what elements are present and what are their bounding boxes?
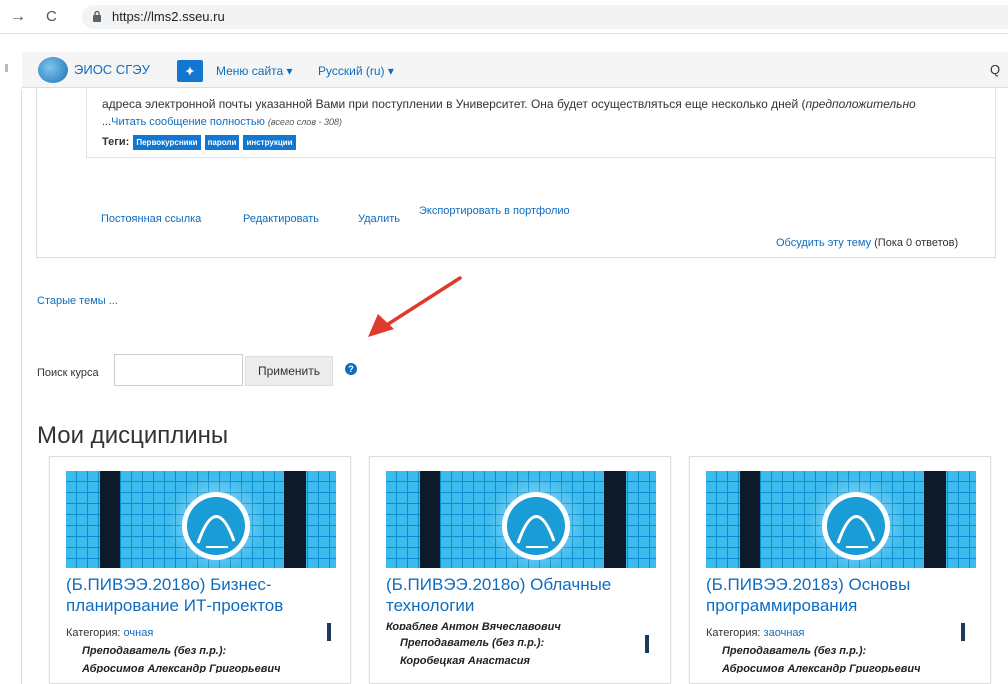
tag-instructions[interactable]: инструкции	[243, 135, 296, 150]
course-title-link[interactable]: (Б.ПИВЭЭ.2018о) Бизнес-планирование ИТ-п…	[66, 574, 336, 616]
help-icon[interactable]: ?	[345, 363, 357, 375]
site-menu-dropdown[interactable]: Меню сайта ▾	[216, 64, 293, 78]
course-category: Категория: заочная	[706, 627, 805, 639]
course-card[interactable]: (Б.ПИВЭЭ.2018з) Основы программирования …	[689, 456, 991, 684]
url-text[interactable]: https://lms2.sseu.ru	[112, 9, 225, 24]
sitemap-icon: ⯌	[185, 64, 195, 78]
course-image[interactable]	[706, 471, 976, 568]
tags-label: Теги:	[102, 136, 130, 148]
course-title-link[interactable]: (Б.ПИВЭЭ.2018з) Основы программирования	[706, 574, 976, 616]
sitemap-button[interactable]: ⯌	[177, 60, 203, 82]
word-count: (всего слов - 308)	[267, 117, 343, 127]
teacher-name[interactable]: Абросимов Александр Григорьевич	[82, 663, 280, 673]
site-name-link[interactable]: ЭИОС СГЭУ	[74, 62, 150, 77]
teacher-name-partial[interactable]: Кораблев Антон Вячеславович	[386, 621, 561, 630]
logo-icon[interactable]	[38, 57, 68, 83]
course-image[interactable]	[66, 471, 336, 568]
language-dropdown[interactable]: Русский (ru) ▾	[318, 64, 394, 78]
course-title-link[interactable]: (Б.ПИВЭЭ.2018о) Облачные технологии	[386, 574, 656, 616]
search-icon[interactable]: Q	[990, 62, 1000, 77]
red-arrow-annotation	[368, 276, 462, 337]
lock-icon	[93, 10, 101, 22]
category-link[interactable]: заочная	[764, 627, 805, 639]
teacher-role: Преподаватель (без п.р.):	[82, 645, 227, 657]
export-portfolio-link[interactable]: Экспортировать в портфолио	[419, 205, 570, 217]
permalink-link[interactable]: Постоянная ссылка	[101, 213, 201, 225]
teacher-name[interactable]: Абросимов Александр Григорьевич	[722, 663, 920, 673]
course-search-label: Поиск курса	[37, 367, 99, 379]
scrollbar-thumb[interactable]	[327, 623, 331, 641]
course-category: Категория: очная	[66, 627, 154, 639]
scrollbar-thumb[interactable]	[645, 635, 649, 653]
teacher-name[interactable]: Коробецкая Анастасия	[400, 655, 530, 667]
page-title: Мои дисциплины	[37, 422, 229, 449]
content-divider	[21, 90, 22, 684]
apply-button[interactable]: Применить	[245, 356, 333, 386]
scrollbar-thumb[interactable]	[961, 623, 965, 641]
post-read-more-row: ...Читать сообщение полностью (всего сло…	[102, 116, 343, 128]
course-card[interactable]: (Б.ПИВЭЭ.2018о) Бизнес-планирование ИТ-п…	[49, 456, 351, 684]
read-more-link[interactable]: Читать сообщение полностью	[111, 116, 265, 128]
older-topics-link[interactable]: Старые темы ...	[37, 295, 118, 307]
tags-row: Теги: Первокурсники пароли инструкции	[102, 135, 296, 150]
back-arrow-icon[interactable]: →	[10, 8, 26, 26]
tag-passwords[interactable]: пароли	[204, 135, 240, 150]
category-link[interactable]: очная	[124, 627, 154, 639]
delete-link[interactable]: Удалить	[358, 213, 400, 225]
post-text: адреса электронной почты указанной Вами …	[102, 97, 916, 111]
discuss-row: Обсудить эту тему (Пока 0 ответов)	[776, 237, 959, 249]
teacher-role: Преподаватель (без п.р.):	[400, 637, 545, 649]
side-handle	[5, 64, 8, 72]
tag-first-years[interactable]: Первокурсники	[133, 135, 201, 150]
discuss-link[interactable]: Обсудить эту тему	[776, 237, 871, 249]
course-image[interactable]	[386, 471, 656, 568]
course-search-input[interactable]	[114, 354, 243, 386]
edit-link[interactable]: Редактировать	[243, 213, 319, 225]
teacher-role: Преподаватель (без п.р.):	[722, 645, 867, 657]
reload-icon[interactable]: C	[46, 8, 57, 25]
course-card[interactable]: (Б.ПИВЭЭ.2018о) Облачные технологии Кора…	[369, 456, 671, 684]
site-navbar	[22, 52, 1008, 88]
